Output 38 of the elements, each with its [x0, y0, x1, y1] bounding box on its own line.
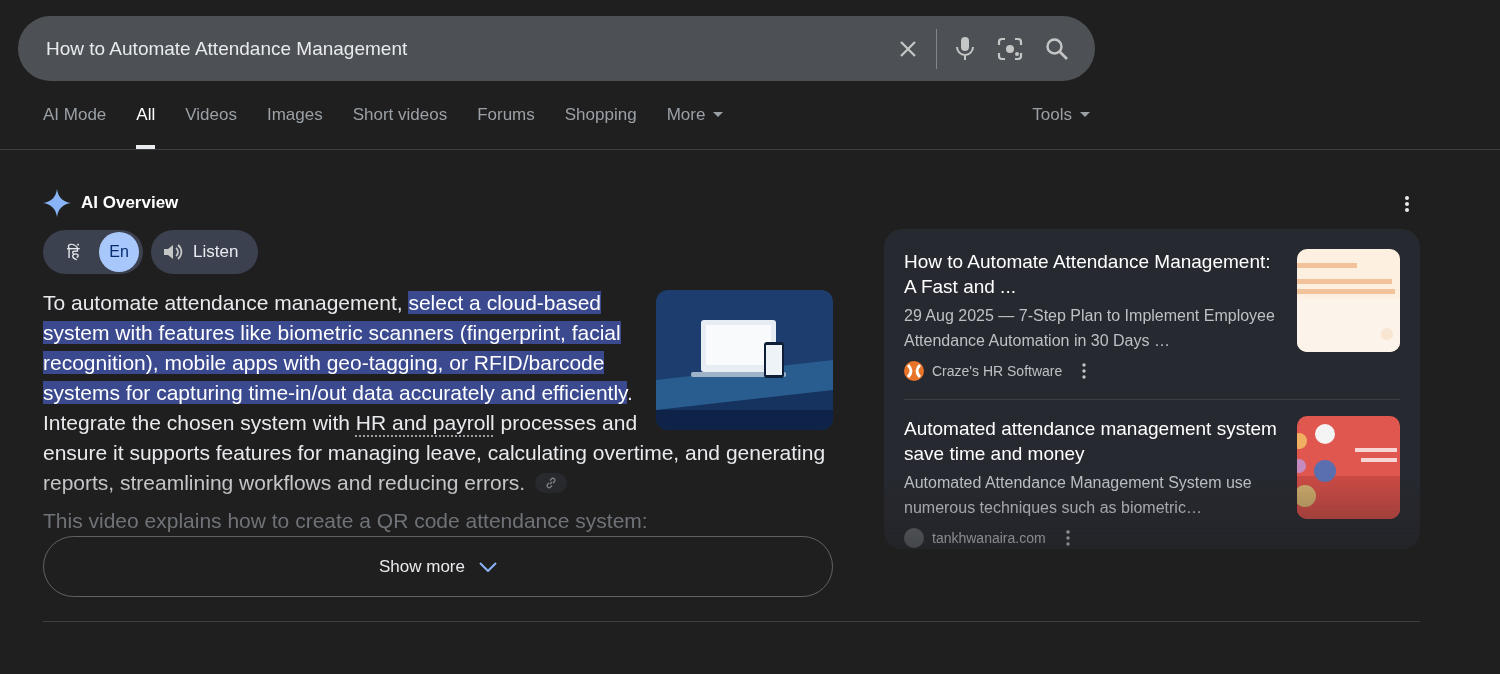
microphone-icon[interactable]	[955, 35, 975, 62]
more-options-icon[interactable]	[1082, 363, 1087, 379]
caret-icon	[1080, 112, 1090, 118]
site-logo-icon	[904, 361, 924, 381]
source-site: Craze's HR Software	[932, 363, 1063, 379]
search-tab[interactable]: All	[136, 81, 156, 149]
search-tab[interactable]: Shopping	[564, 81, 637, 149]
search-tab[interactable]: More	[666, 81, 724, 149]
tools-menu[interactable]: Tools	[1032, 81, 1090, 149]
search-bar[interactable]: How to Automate Attendance Management	[18, 16, 1095, 81]
language-option[interactable]: हिं	[53, 232, 93, 272]
search-tab[interactable]: Short videos	[352, 81, 448, 149]
more-options-icon[interactable]	[1404, 195, 1410, 213]
speaker-icon	[163, 243, 183, 261]
source-title[interactable]: Automated attendance management system save time and money	[904, 416, 1281, 466]
link-button[interactable]	[535, 472, 568, 493]
search-field[interactable]: How to Automate Attendance Management	[44, 36, 876, 61]
search-icon[interactable]	[1045, 36, 1069, 61]
search-tab[interactable]: Videos	[185, 81, 237, 149]
source-snippet: Automated Attendance Management System use numerous techniques such as biometric…	[904, 473, 1253, 518]
source-site: tankhwanaira.com	[932, 530, 1046, 546]
language-option[interactable]: En	[99, 232, 139, 272]
show-more-button[interactable]: Show more	[43, 536, 833, 597]
source-title[interactable]: How to Automate Attendance Management: A Fast and ...	[904, 249, 1281, 299]
close-icon[interactable]	[898, 38, 918, 59]
link-icon	[545, 476, 558, 489]
search-tab[interactable]: Images	[266, 81, 323, 149]
camera-icon[interactable]	[997, 36, 1023, 61]
source-snippet: 29 Aug 2025 — 7-Step Plan to Implement Employee Attendance Automation in 30 Days …	[904, 306, 1276, 351]
overview-title: AI Overview	[81, 193, 179, 213]
caret-icon	[713, 112, 724, 118]
chevron-down-icon	[479, 561, 497, 572]
site-logo-icon	[904, 528, 924, 548]
listen-button[interactable]: Listen	[151, 230, 259, 274]
search-tab[interactable]: AI Mode	[43, 81, 107, 149]
video-caption: This video explains how to create a QR code attendance system:	[43, 508, 649, 534]
sparkle-icon	[43, 189, 71, 217]
search-tab[interactable]: Forums	[477, 81, 535, 149]
